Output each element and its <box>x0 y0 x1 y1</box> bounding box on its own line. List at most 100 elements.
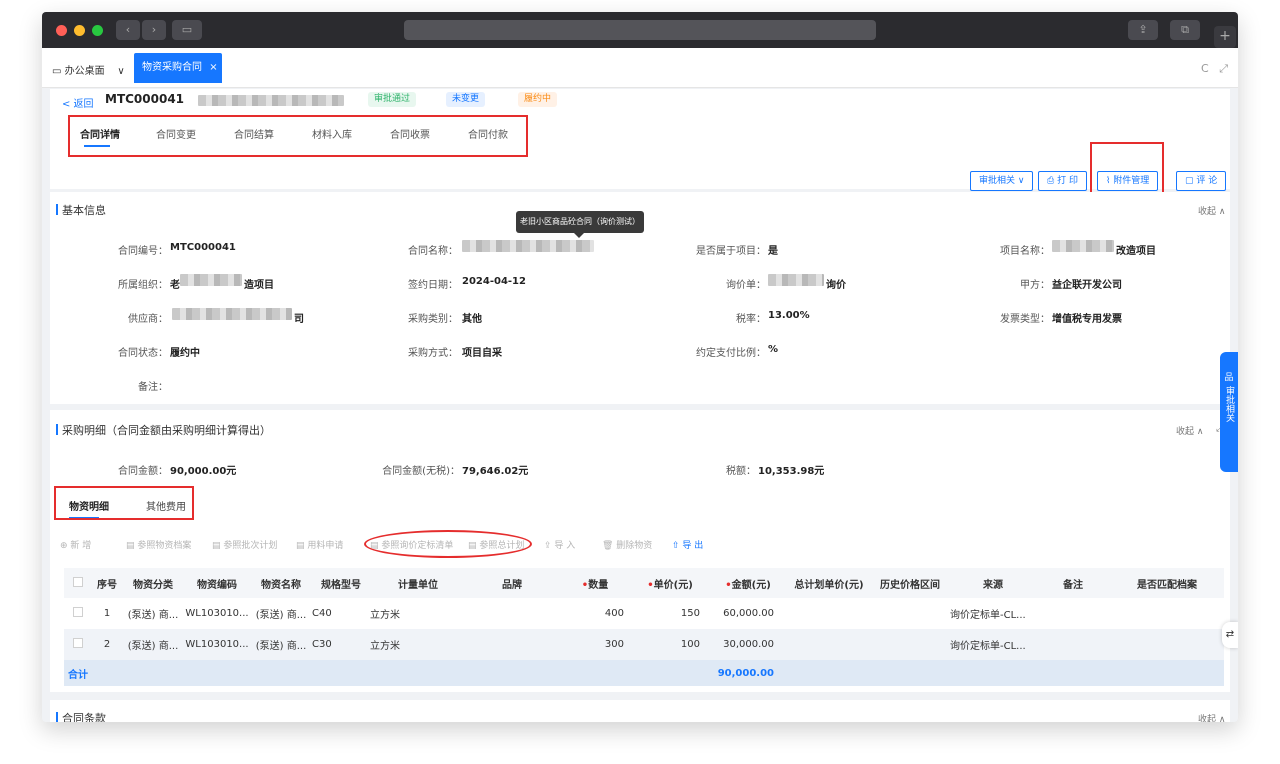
purchase-type-value: 其他 <box>462 314 482 325</box>
row-checkbox[interactable] <box>73 607 83 617</box>
tab-home[interactable]: ▭ 办公桌面 ∨ <box>52 62 125 77</box>
cell-spec: C30 <box>312 629 370 660</box>
new-tab-icon[interactable]: + <box>1214 26 1236 48</box>
contract-name-tooltip: 老旧小区商品砼合同（询价测试） <box>516 211 644 238</box>
tax-amount-label: 税额： <box>726 466 756 477</box>
contract-terms-collapse[interactable]: 收起 ∧ <box>1198 712 1225 722</box>
tab-actions: C ⤢ <box>1201 62 1228 76</box>
cell-code: WL103010... <box>184 629 250 660</box>
approval-related-button[interactable]: 审批相关 ∨ <box>970 171 1034 191</box>
cell-price: 150 <box>680 608 700 619</box>
contract-code: MTC000041 <box>105 92 185 106</box>
cell-matched <box>1110 629 1224 660</box>
ref-batch-plan-button[interactable]: ▤ 参照批次计划 <box>212 538 277 551</box>
org-prefix: 老 <box>170 280 180 291</box>
approval-side-panel[interactable]: 品 审批相关 <box>1220 352 1238 472</box>
table-row[interactable]: 2 (泵送) 商... WL103010... (泵送) 商... C30 立方… <box>64 629 1224 660</box>
table-total-row: 合计 90,000.00 <box>64 660 1224 686</box>
print-button[interactable]: ⎙ 打 印 <box>1038 171 1087 191</box>
pay-ratio-label: 约定支付比例： <box>696 348 766 359</box>
comment-button[interactable]: ▢ 评 论 <box>1176 171 1227 191</box>
contract-terms-title: 合同条款 <box>56 710 106 722</box>
fullscreen-icon[interactable]: ⤢ <box>1219 62 1228 75</box>
redacted-inquiry <box>768 274 824 286</box>
redacted-project-name <box>1052 240 1114 252</box>
switch-icon[interactable]: ⇄ <box>1222 622 1238 648</box>
inquiry-value: 询价 <box>826 280 846 291</box>
remark-label: 备注： <box>138 382 168 393</box>
tab-label: 物资采购合同 <box>142 62 202 73</box>
close-tab-icon[interactable]: × <box>209 62 217 73</box>
cell-name: (泵送) 商... <box>250 629 312 660</box>
purchase-detail-title: 采购明细（合同金额由采购明细计算得出） <box>56 424 271 437</box>
contract-amount-value: 90,000.00元 <box>170 466 237 477</box>
add-button[interactable]: ⊕ 新 增 <box>60 538 91 551</box>
cell-history <box>870 598 950 629</box>
col-unit: 计量单位 <box>370 568 466 598</box>
minimize-window-icon[interactable] <box>74 25 85 36</box>
app-tab-bar: ▭ 办公桌面 ∨ 物资采购合同 × C ⤢ <box>42 48 1238 88</box>
material-request-button[interactable]: ▤ 用料申请 <box>296 538 343 551</box>
contract-no-value: MTC000041 <box>170 242 236 253</box>
export-button[interactable]: ⇧ 导 出 <box>672 538 703 551</box>
cell-source: 询价定标单-CL... <box>950 629 1036 660</box>
status-badge-approval: 审批通过 <box>368 92 417 107</box>
contract-status-label: 合同状态： <box>118 348 168 359</box>
browser-titlebar: ‹ › ▭ ⇪ ⧉ + <box>42 12 1238 48</box>
pay-ratio-value: % <box>768 344 779 355</box>
row-select-cell[interactable] <box>64 629 92 660</box>
comment-label: 评 论 <box>1196 176 1218 186</box>
side-panel-label: 审批相关 <box>1224 386 1234 422</box>
purchase-type-label: 采购类别： <box>408 314 458 325</box>
supplier-value: 司 <box>294 314 304 325</box>
cell-amount: 60,000.00 <box>723 608 774 619</box>
select-all-checkbox[interactable] <box>73 576 83 587</box>
maximize-window-icon[interactable] <box>92 25 103 36</box>
tab-home-label: 办公桌面 <box>64 66 105 77</box>
print-label: 打 印 <box>1057 176 1078 186</box>
project-name-value: 改造项目 <box>1116 246 1156 257</box>
col-no: 序号 <box>92 568 122 598</box>
import-button[interactable]: ⇪ 导 入 <box>544 538 575 551</box>
status-badge-performance: 履约中 <box>518 92 558 107</box>
total-label: 合计 <box>64 660 122 686</box>
party-a-label: 甲方： <box>1020 280 1050 291</box>
address-bar[interactable] <box>404 20 876 40</box>
sign-date-label: 签约日期： <box>408 280 458 291</box>
table-row[interactable]: 1 (泵送) 商... WL103010... (泵送) 商... C40 立方… <box>64 598 1224 629</box>
delete-material-button[interactable]: 🗑 删除物资 <box>602 538 652 551</box>
cell-spec: C40 <box>312 608 332 619</box>
ref-material-archive-button[interactable]: ▤ 参照物资档案 <box>126 538 191 551</box>
material-table: 序号 物资分类 物资编码 物资名称 规格型号 计量单位 品牌 •数量 •单价(元… <box>64 568 1224 686</box>
basic-info-collapse[interactable]: 收起 ∧ <box>1198 204 1225 217</box>
share-icon[interactable]: ⇪ <box>1128 20 1158 40</box>
sidebar-toggle-icon[interactable]: ▭ <box>172 20 202 40</box>
col-history: 历史价格区间 <box>870 568 950 598</box>
col-brand: 品牌 <box>466 568 558 598</box>
total-spacer <box>122 660 708 686</box>
row-checkbox[interactable] <box>73 638 83 648</box>
purchase-detail-collapse[interactable]: 收起 ∧ <box>1176 424 1203 437</box>
col-code: 物资编码 <box>184 568 250 598</box>
refresh-icon[interactable]: C <box>1201 62 1209 75</box>
select-all-cell[interactable] <box>64 568 92 598</box>
row-select-cell[interactable] <box>64 598 92 629</box>
col-amount-label: 金额(元) <box>731 579 771 591</box>
browser-back-icon[interactable]: ‹ <box>116 20 140 40</box>
tax-rate-value: 13.00% <box>768 310 810 321</box>
close-window-icon[interactable] <box>56 25 67 36</box>
annotation-ellipse-inquiry <box>364 530 532 558</box>
col-spec: 规格型号 <box>312 568 370 598</box>
contract-no-label: 合同编号： <box>118 246 168 257</box>
chevron-down-icon[interactable]: ∨ <box>117 66 124 77</box>
basic-info-title: 基本信息 <box>56 204 106 217</box>
back-link[interactable]: < 返回 <box>62 95 94 110</box>
invoice-type-label: 发票类型： <box>1000 314 1050 325</box>
cell-price: 100 <box>632 629 708 660</box>
cell-no: 2 <box>92 629 122 660</box>
tab-material-purchase-contract[interactable]: 物资采购合同 × <box>134 53 222 83</box>
redacted-org-name <box>180 274 242 286</box>
tabs-overview-icon[interactable]: ⧉ <box>1170 20 1200 40</box>
browser-forward-icon[interactable]: › <box>142 20 166 40</box>
col-matched: 是否匹配档案 <box>1110 568 1224 598</box>
